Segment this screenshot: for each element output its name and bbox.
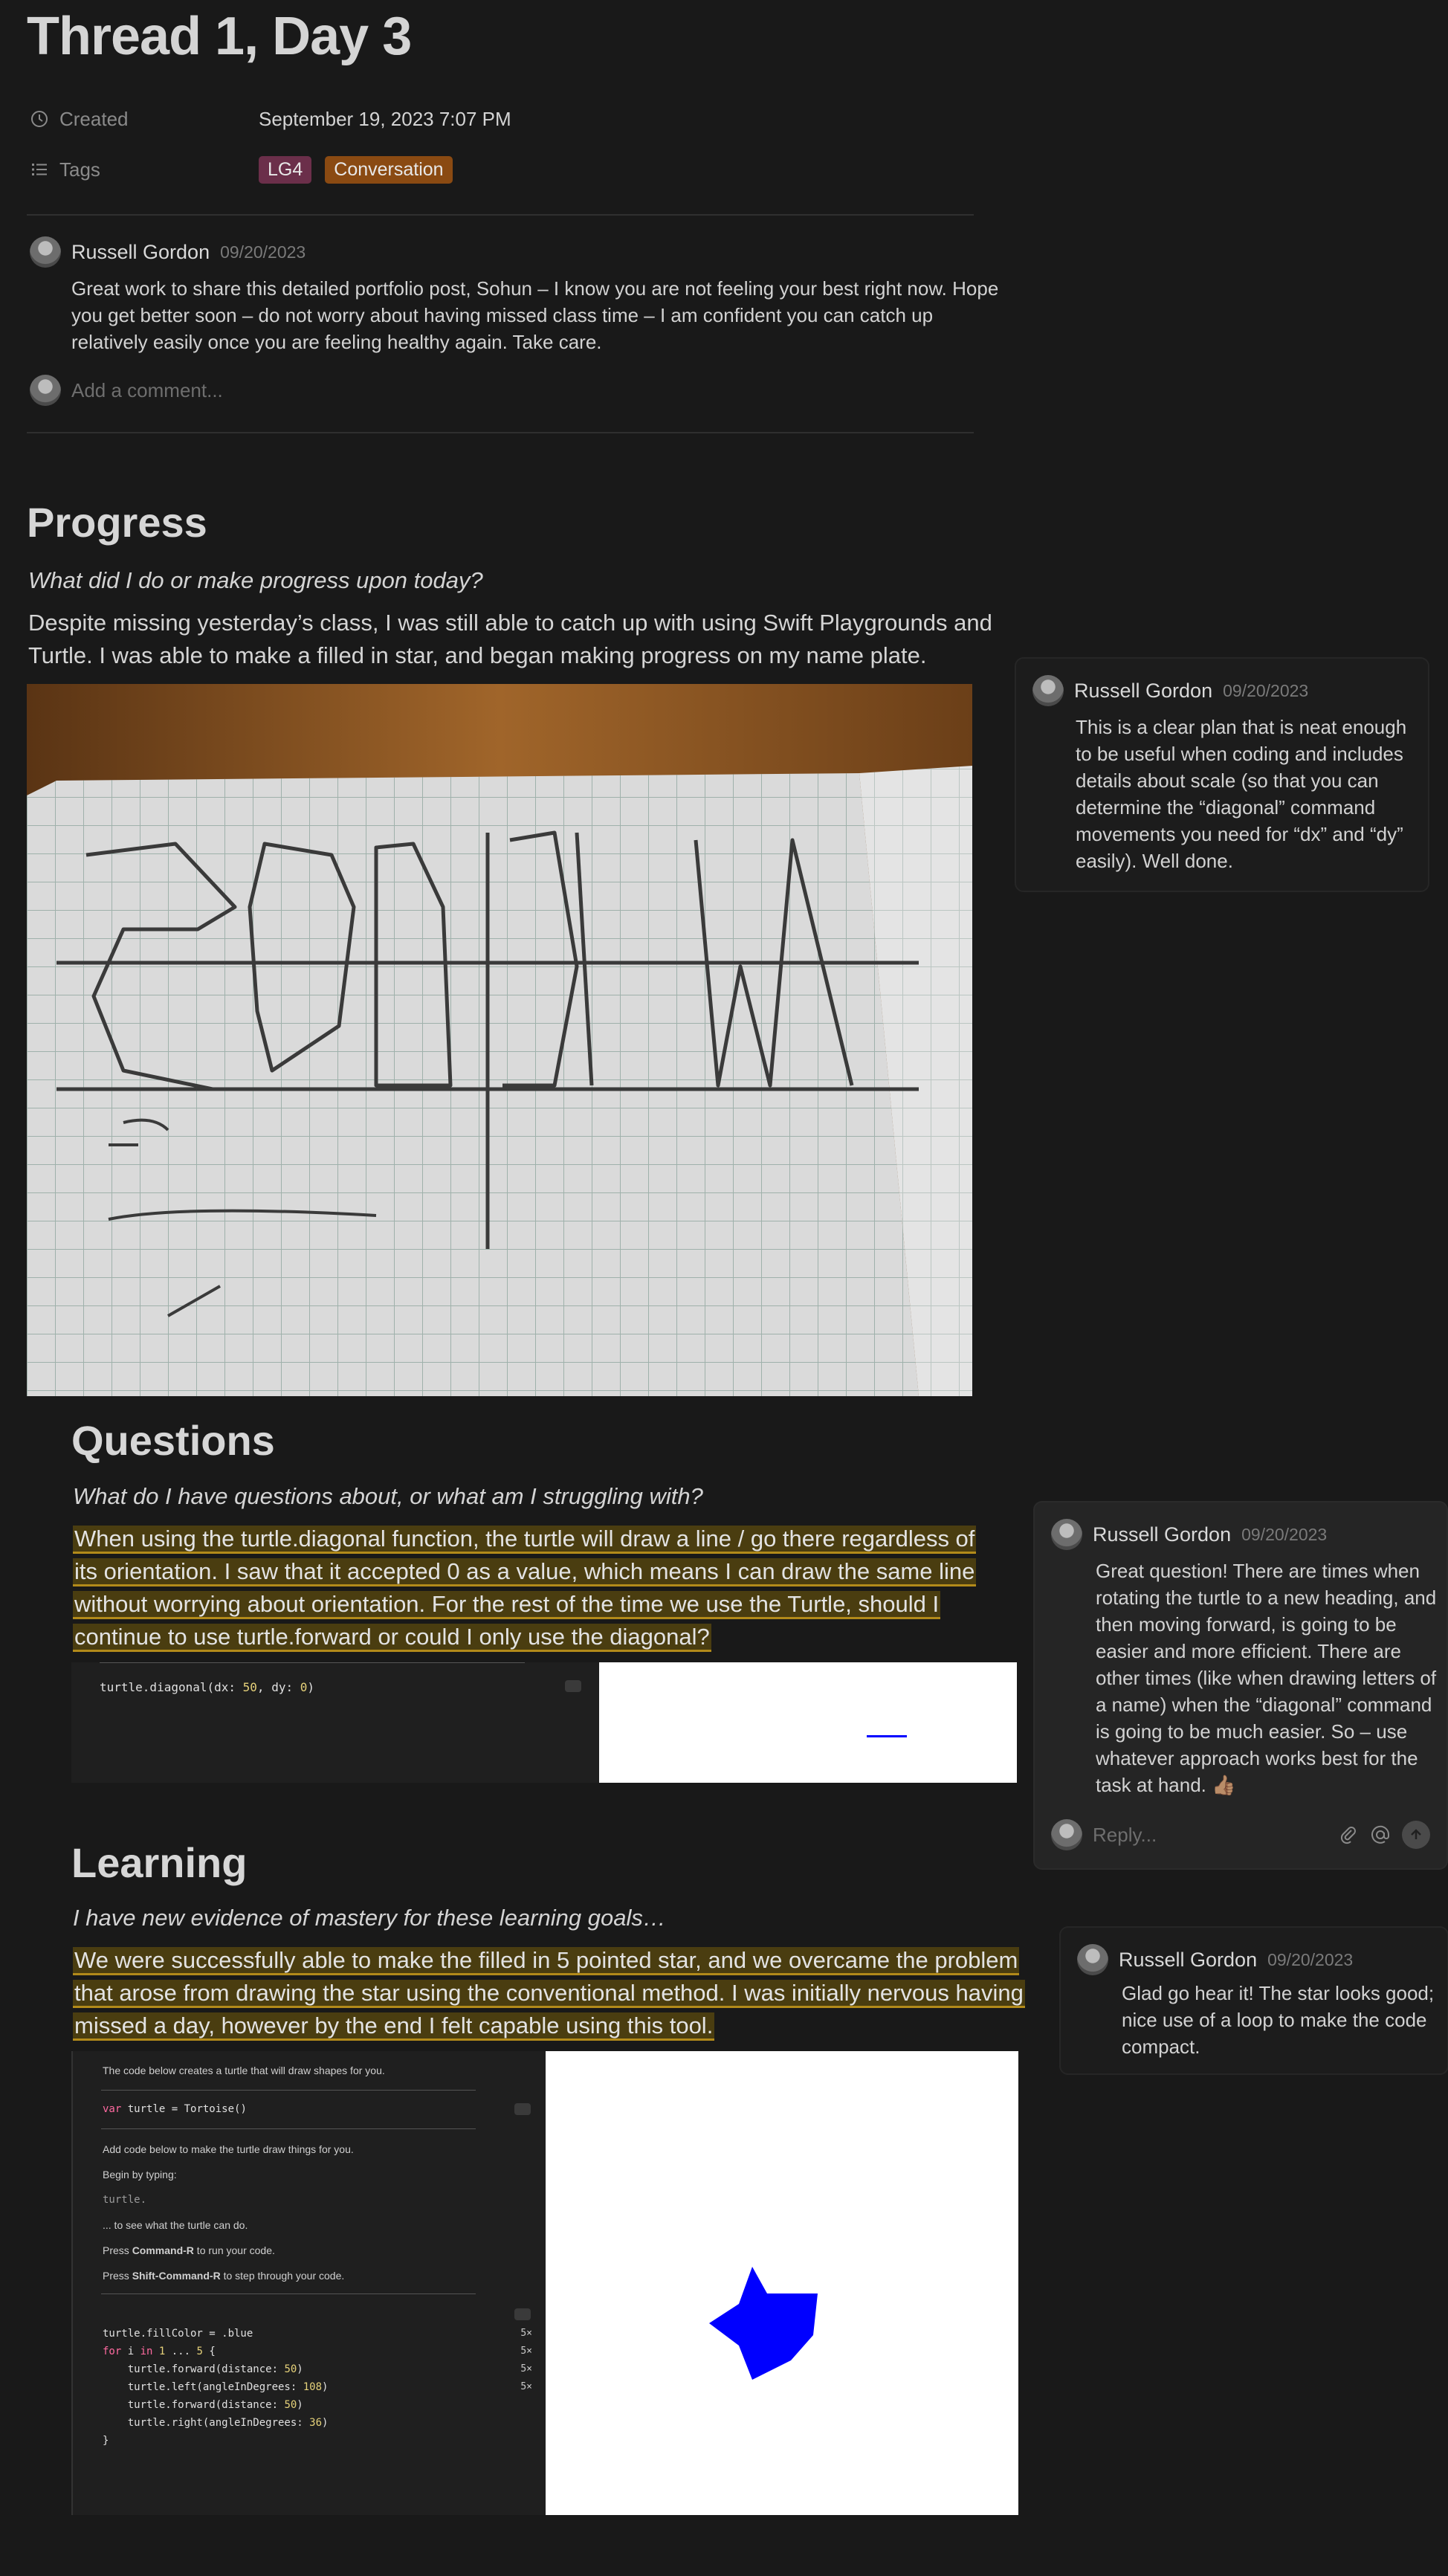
code-line: for i in 1 ... 5 {: [103, 2346, 216, 2357]
property-tags: Tags LG4 Conversation: [30, 151, 453, 188]
var-declaration: var turtle = Tortoise(): [103, 2103, 247, 2115]
code-line: turtle.fillColor = .blue: [103, 2328, 253, 2340]
star-code-block[interactable]: turtle.fillColor = .blue for i in 1 ... 5…: [103, 2307, 328, 2485]
playground-instruction: ... to see what the turtle can do.: [103, 2219, 248, 2231]
comment-date: 09/20/2023: [1267, 1949, 1354, 1969]
turtle-canvas: [546, 2051, 1018, 2515]
run-indicator-icon: [514, 2308, 531, 2320]
comment-date: 09/20/2023: [220, 242, 306, 262]
comment-thread-learning[interactable]: Russell Gordon 09/20/2023 Glad go hear i…: [1059, 1926, 1448, 2075]
sketch-photo: [27, 684, 972, 1396]
learning-prompt: I have new evidence of mastery for these…: [73, 1905, 666, 1931]
comment-body: Glad go hear it! The star looks good; ni…: [1122, 1982, 1435, 2058]
highlighted-text[interactable]: We were successfully able to make the fi…: [73, 1947, 1025, 2041]
turtle-canvas: [599, 1662, 1017, 1783]
comment-author[interactable]: Russell Gordon: [1119, 1949, 1257, 1972]
questions-text: When using the turtle.diagonal function,…: [73, 1523, 1002, 1653]
comment-thread-progress[interactable]: Russell Gordon 09/20/2023 This is a clea…: [1015, 657, 1429, 892]
list-icon: [32, 164, 47, 175]
code-line: turtle.right(angleInDegrees: 36): [103, 2417, 329, 2429]
learning-text: We were successfully able to make the fi…: [73, 1944, 1032, 2042]
divider: [101, 2293, 476, 2294]
exec-count: 5×: [520, 2346, 532, 2357]
exec-count: 5×: [520, 2381, 532, 2392]
property-created: Created September 19, 2023 7:07 PM: [30, 100, 511, 138]
playground-intro: The code below creates a turtle that wil…: [103, 2065, 385, 2076]
progress-text: Despite missing yesterday’s class, I was…: [28, 610, 992, 668]
avatar: [30, 236, 61, 268]
property-key-tags: Tags: [30, 158, 259, 181]
playground-screenshot[interactable]: The code below creates a turtle that wil…: [71, 2051, 1018, 2515]
learning-heading: Learning: [71, 1839, 248, 1886]
code-line: turtle.diagonal(dx: 50, dy: 0): [100, 1680, 314, 1694]
comment-author[interactable]: Russell Gordon: [71, 241, 210, 264]
page-title: Thread 1, Day 3: [27, 7, 412, 66]
reply-row: Reply...: [1051, 1819, 1430, 1850]
run-indicator-icon: [565, 1680, 581, 1692]
avatar: [1077, 1944, 1108, 1975]
avatar: [1032, 675, 1064, 706]
divider: [27, 214, 974, 216]
comment-author[interactable]: Russell Gordon: [1093, 1523, 1231, 1546]
avatar: [1051, 1519, 1082, 1550]
comment-date: 09/20/2023: [1223, 680, 1309, 700]
code-line: turtle.left(angleInDegrees: 108): [103, 2381, 329, 2393]
clock-icon: [31, 111, 48, 127]
playground-instruction: Add code below to make the turtle draw t…: [103, 2143, 354, 2155]
avatar: [30, 375, 61, 406]
drawn-line: [867, 1735, 907, 1737]
property-key-created: Created: [30, 108, 259, 131]
questions-heading: Questions: [71, 1417, 275, 1464]
divider: [101, 2128, 476, 2129]
divider: [101, 2090, 476, 2091]
arrow-up-icon: [1411, 1829, 1421, 1839]
comment-thread-questions[interactable]: Russell Gordon 09/20/2023 Great question…: [1033, 1501, 1448, 1870]
divider: [27, 432, 974, 433]
code-line: }: [103, 2435, 109, 2447]
paperclip-icon[interactable]: [1338, 1824, 1359, 1845]
comment-author[interactable]: Russell Gordon: [1074, 679, 1212, 703]
add-comment-input[interactable]: Add a comment...: [71, 379, 223, 402]
mention-icon[interactable]: [1369, 1824, 1392, 1846]
created-value[interactable]: September 19, 2023 7:07 PM: [259, 108, 511, 131]
exec-count: 5×: [520, 2328, 532, 2339]
comment-body: This is a clear plan that is neat enough…: [1076, 716, 1407, 872]
send-button[interactable]: [1402, 1821, 1430, 1849]
avatar: [1051, 1819, 1082, 1850]
divider: [100, 1662, 525, 1663]
playground-instruction: Begin by typing:: [103, 2169, 177, 2180]
code-line: turtle.forward(distance: 50): [103, 2399, 303, 2411]
tags-label: Tags: [59, 158, 100, 181]
diagonal-code-screenshot[interactable]: turtle.diagonal(dx: 50, dy: 0): [71, 1662, 1017, 1783]
created-label: Created: [59, 107, 129, 130]
run-indicator-icon: [514, 2103, 531, 2115]
tag-conversation[interactable]: Conversation: [325, 155, 453, 184]
comment-date: 09/20/2023: [1241, 1524, 1328, 1544]
comment-body: Great question! There are times when rot…: [1096, 1560, 1437, 1796]
progress-heading: Progress: [27, 499, 207, 546]
execution-counts: 5× 5× 5× 5×: [517, 2325, 532, 2396]
comment-body: Great work to share this detailed portfo…: [71, 277, 999, 353]
filled-star: [709, 2267, 818, 2380]
page-comment: Russell Gordon 09/20/2023 Great work to …: [30, 236, 998, 355]
playground-snippet: turtle.: [103, 2194, 147, 2206]
add-comment-row[interactable]: Add a comment...: [30, 375, 223, 406]
exec-count: 5×: [520, 2363, 532, 2375]
questions-prompt: What do I have questions about, or what …: [73, 1483, 703, 1509]
playground-instruction: Press Shift-Command-R to step through yo…: [103, 2270, 345, 2282]
code-line: turtle.forward(distance: 50): [103, 2363, 303, 2375]
playground-instruction: Press Command-R to run your code.: [103, 2244, 275, 2256]
progress-prompt: What did I do or make progress upon toda…: [28, 567, 483, 593]
highlighted-text[interactable]: When using the turtle.diagonal function,…: [73, 1526, 977, 1652]
tag-lg4[interactable]: LG4: [259, 155, 312, 184]
notebook-sketch-image[interactable]: [27, 684, 972, 1396]
reply-input[interactable]: Reply...: [1093, 1824, 1328, 1847]
